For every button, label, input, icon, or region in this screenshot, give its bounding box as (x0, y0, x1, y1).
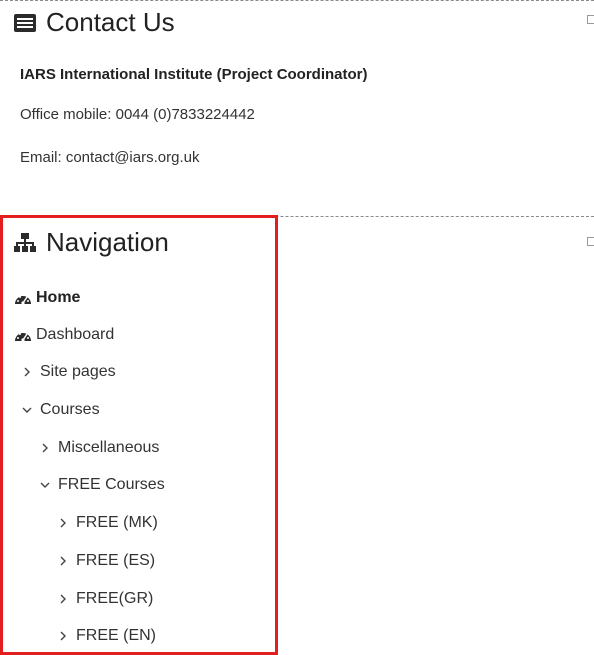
nav-item-label: FREE (EN) (76, 627, 156, 644)
contact-phone: Office mobile: 0044 (0)7833224442 (20, 106, 255, 123)
chevron-down-icon[interactable] (38, 481, 52, 489)
navigation-collapse-button[interactable] (587, 237, 594, 246)
nav-item-miscellaneous[interactable]: Miscellaneous (38, 439, 159, 457)
nav-item-dashboard[interactable]: Dashboard (14, 326, 114, 344)
navigation-block-title: Navigation (14, 227, 169, 258)
contact-block: Contact Us IARS International Institute … (0, 0, 594, 213)
nav-item-free-es[interactable]: FREE (ES) (56, 552, 155, 570)
contact-card-icon (14, 13, 36, 32)
sitemap-icon (14, 232, 36, 253)
nav-item-courses[interactable]: Courses (20, 401, 100, 419)
dashboard-icon (14, 291, 32, 305)
nav-item-home[interactable]: Home (14, 289, 80, 307)
chevron-right-icon[interactable] (56, 594, 70, 604)
chevron-right-icon[interactable] (20, 367, 34, 377)
contact-email: Email: contact@iars.org.uk (20, 149, 200, 166)
nav-item-label: Home (36, 289, 81, 306)
nav-item-free-en[interactable]: FREE (EN) (56, 627, 156, 645)
contact-block-title: Contact Us (14, 7, 175, 38)
nav-item-free-gr[interactable]: FREE(GR) (56, 590, 153, 608)
chevron-right-icon[interactable] (56, 518, 70, 528)
contact-collapse-button[interactable] (587, 15, 594, 24)
nav-item-free-mk[interactable]: FREE (MK) (56, 514, 158, 532)
nav-item-free-courses[interactable]: FREE Courses (38, 476, 165, 494)
nav-item-label: Site pages (40, 363, 116, 380)
nav-item-label: Dashboard (36, 326, 115, 343)
dashboard-icon (14, 328, 32, 342)
nav-item-label: FREE (ES) (76, 552, 156, 569)
chevron-right-icon[interactable] (56, 556, 70, 566)
chevron-right-icon[interactable] (56, 631, 70, 641)
nav-item-label: Miscellaneous (58, 439, 160, 456)
nav-item-label: Courses (40, 401, 100, 418)
chevron-right-icon[interactable] (38, 443, 52, 453)
nav-item-label: FREE(GR) (76, 590, 154, 607)
nav-item-label: FREE Courses (58, 476, 165, 493)
navigation-block: Navigation Home Dashboard Site pages Cou… (0, 216, 594, 653)
nav-item-site-pages[interactable]: Site pages (20, 363, 116, 381)
nav-item-label: FREE (MK) (76, 514, 158, 531)
contact-title-text: Contact Us (46, 7, 175, 37)
navigation-title-text: Navigation (46, 227, 169, 257)
contact-organization: IARS International Institute (Project Co… (20, 66, 368, 83)
chevron-down-icon[interactable] (20, 406, 34, 414)
